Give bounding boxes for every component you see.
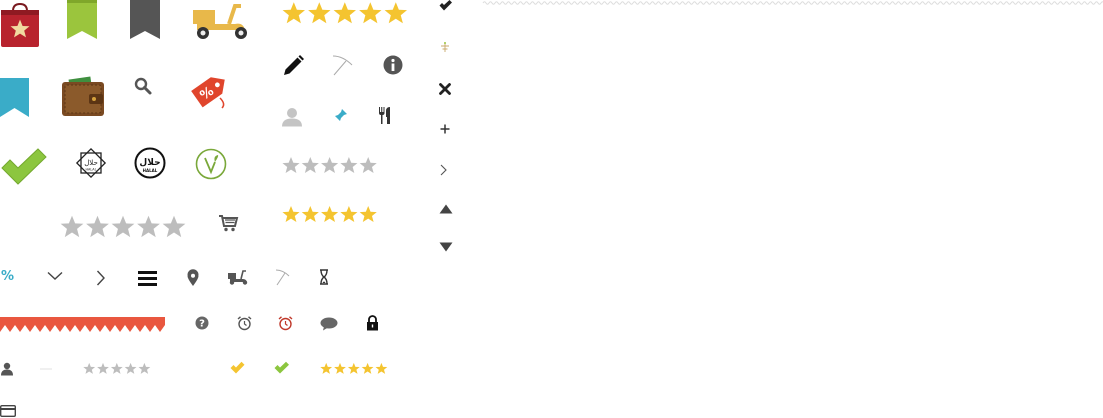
info-icon [383,55,403,75]
chevron-right-icon-small [440,164,447,176]
yellow-check-icon [230,361,245,374]
pickaxe-icon-large [332,55,354,77]
gray-star-rating-large [60,214,188,238]
gift-bag-star-icon [0,2,40,47]
pickaxe-icon [275,269,291,287]
small-yellow-star-rating [320,362,390,375]
user-icon [1,362,13,376]
pencil-icon [283,55,304,76]
shopping-cart-icon [218,214,239,232]
halal-circle-subtext: HALAL [143,168,158,173]
halal-star-icon: حلال HALAL [75,147,107,179]
hourglass-icon [319,269,329,285]
question-icon: ? [195,316,209,330]
discount-tag-icon: % [190,70,232,110]
percent-icon: % [1,269,15,284]
svg-text:?: ? [199,319,205,330]
vegetarian-leaf-icon [195,148,227,180]
gray-ribbon-bookmark-icon [129,0,161,40]
halal-circle-icon: حلال HALAL [134,147,166,179]
big-check-icon [0,148,48,186]
credit-card-icon [0,405,16,417]
halal-star-text: حلال [84,159,98,167]
orange-zigzag-banner [0,317,166,333]
hamburger-menu-icon [138,271,157,286]
faint-dot-icon [40,366,52,372]
close-x-icon [439,83,451,95]
chevron-right-icon [96,270,106,286]
green-ribbon-bookmark-icon [66,0,98,40]
alarm-clock-red-icon [278,316,293,331]
check-mark-icon [439,0,453,11]
blue-ribbon-bookmark-icon [0,78,30,118]
wallet-icon [61,76,105,118]
triangle-up-icon [439,204,453,214]
small-scooter-icon [227,269,249,285]
alarm-clock-gray-icon [237,316,252,331]
wavy-divider-line [482,0,1103,6]
map-pin-icon [187,269,199,287]
lock-icon [366,315,379,331]
plus-icon [440,124,450,134]
chevron-down-icon [47,271,63,281]
fork-knife-icon [378,107,392,124]
pin-icon [334,108,348,122]
green-check-icon [274,361,290,374]
triangle-down-icon [439,242,453,252]
delivery-scooter-icon [191,0,251,42]
speech-bubble-icon [320,317,338,331]
small-plant-icon [440,41,450,53]
yellow-star-rating-large [282,1,410,25]
gray-star-rating [282,156,379,175]
halal-star-subtext: HALAL [85,168,96,172]
search-icon [134,77,152,95]
user-silhouette-icon [282,107,302,127]
yellow-star-rating [282,205,379,224]
halal-circle-text: حلال [139,158,160,168]
small-gray-star-rating [83,362,153,375]
